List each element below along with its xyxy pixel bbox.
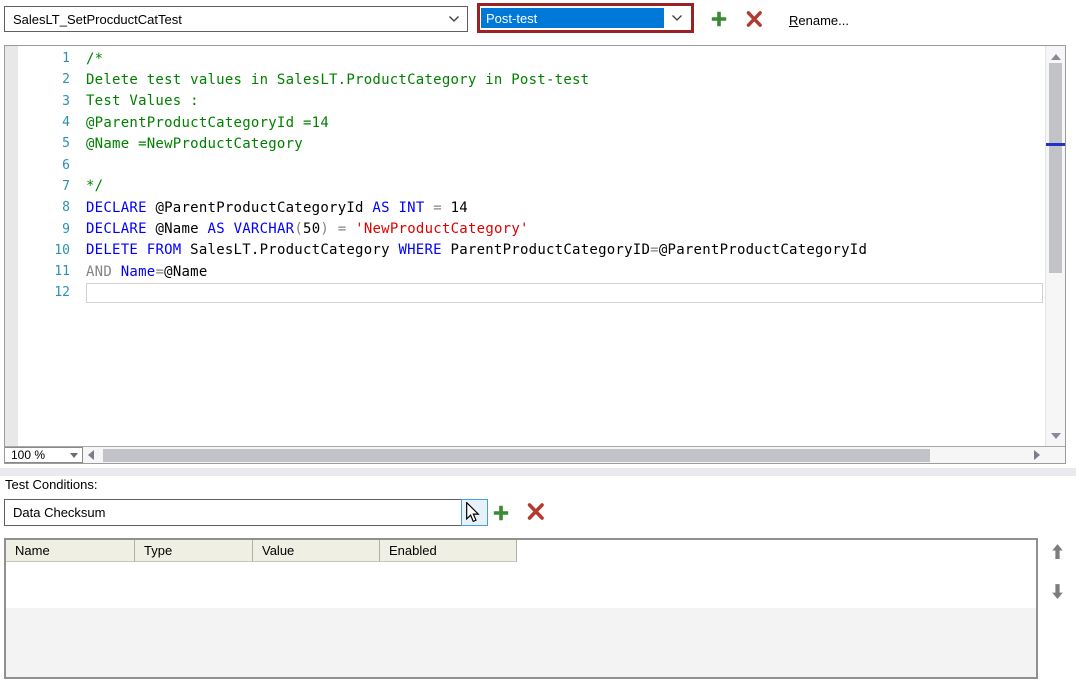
code-text[interactable]: AND Name = @Name — [86, 262, 1043, 282]
test-phase-combo[interactable]: Post-test — [477, 3, 694, 33]
grid-column-header[interactable]: Type — [135, 540, 253, 562]
editor-indicator-margin — [5, 46, 18, 446]
line-number: 2 — [62, 72, 70, 88]
test-phase-value: Post-test — [481, 8, 664, 28]
mouse-cursor-icon — [465, 501, 480, 528]
arrow-up-icon — [1051, 543, 1064, 563]
scrollbar-corner — [1045, 447, 1065, 463]
test-conditions-label: Test Conditions: — [5, 477, 98, 492]
conditions-grid[interactable]: Name Type Value Enabled — [4, 538, 1038, 679]
triangle-left-icon — [88, 448, 94, 463]
condition-type-combo[interactable]: Data Checksum — [4, 499, 488, 526]
combo-dropdown-button[interactable] — [461, 499, 488, 526]
editor-content[interactable]: 1 /* 2 Delete test values in SalesLT.Produc… — [5, 46, 1065, 446]
code-lines[interactable]: 1 /* 2 Delete test values in SalesLT.Produc… — [18, 46, 1065, 446]
grid-column-header[interactable]: Name — [6, 540, 135, 562]
line-number: 7 — [62, 178, 70, 194]
line-number: 9 — [62, 221, 70, 237]
line-number: 6 — [62, 157, 70, 173]
scroll-left-button[interactable] — [83, 447, 99, 463]
code-text[interactable]: DELETE FROM SalesLT.ProductCategory WHER… — [86, 240, 1043, 260]
rename-button[interactable]: Rename... — [789, 13, 849, 28]
add-condition-button[interactable] — [491, 504, 511, 524]
vertical-scrollbar[interactable] — [1045, 46, 1065, 446]
plus-icon — [710, 10, 728, 31]
triangle-right-icon — [1034, 448, 1040, 463]
red-x-icon — [526, 502, 545, 524]
caret-position-marker — [1046, 143, 1065, 146]
plus-icon — [492, 504, 510, 525]
line-number: 4 — [62, 115, 70, 131]
code-text[interactable]: /* — [86, 49, 1043, 69]
chevron-down-icon — [70, 452, 78, 458]
code-text[interactable]: DECLARE @Name AS VARCHAR(50) = 'NewProdu… — [86, 219, 1043, 239]
grid-rows-area[interactable] — [6, 562, 1036, 608]
code-line[interactable]: 5 @Name =NewProductCategory — [18, 133, 1065, 154]
code-line[interactable]: 4 @ParentProductCategoryId =14 — [18, 112, 1065, 133]
scroll-up-button[interactable] — [1046, 47, 1065, 63]
test-name-combo[interactable]: SalesLT_SetProcductCatTest — [4, 6, 468, 32]
code-text[interactable]: @ParentProductCategoryId =14 — [86, 113, 1043, 133]
line-number: 10 — [54, 242, 70, 258]
grid-background — [6, 608, 1036, 677]
arrow-down-icon — [1051, 583, 1064, 603]
zoom-level-combo[interactable]: 100 % — [5, 447, 83, 463]
move-up-button[interactable] — [1047, 543, 1067, 563]
line-number: 8 — [62, 200, 70, 216]
condition-type-value: Data Checksum — [13, 505, 106, 520]
line-number: 12 — [54, 285, 70, 301]
scroll-right-button[interactable] — [1029, 447, 1045, 463]
code-text[interactable]: Delete test values in SalesLT.ProductCat… — [86, 70, 1043, 90]
horizontal-scrollbar[interactable] — [99, 447, 1029, 463]
editor-status-bar: 100 % — [5, 446, 1065, 463]
line-number: 11 — [54, 264, 70, 280]
code-text[interactable] — [86, 155, 1043, 175]
sql-editor[interactable]: 1 /* 2 Delete test values in SalesLT.Produc… — [4, 45, 1066, 464]
panel-splitter[interactable] — [0, 468, 1076, 476]
delete-condition-button[interactable] — [525, 503, 545, 523]
code-line[interactable]: 11 AND Name = @Name — [18, 261, 1065, 282]
grid-header-row: Name Type Value Enabled — [6, 540, 1036, 562]
chevron-down-icon — [664, 14, 690, 22]
triangle-down-icon — [1050, 427, 1061, 442]
vertical-scroll-thumb[interactable] — [1049, 63, 1062, 273]
code-line[interactable]: 8 DECLARE @ParentProductCategoryId AS INT… — [18, 197, 1065, 218]
code-line[interactable]: 12 — [18, 282, 1065, 303]
code-line[interactable]: 6 — [18, 154, 1065, 175]
code-text[interactable] — [86, 282, 1043, 303]
code-line[interactable]: 3 Test Values : — [18, 91, 1065, 112]
code-line[interactable]: 10 DELETE FROM SalesLT.ProductCategory WH… — [18, 240, 1065, 261]
test-name-value: SalesLT_SetProcductCatTest — [13, 11, 182, 27]
red-x-icon — [745, 10, 763, 31]
delete-test-button[interactable] — [744, 10, 764, 30]
move-down-button[interactable] — [1047, 583, 1067, 603]
triangle-up-icon — [1050, 48, 1061, 63]
grid-column-header[interactable]: Value — [253, 540, 380, 562]
code-line[interactable]: 1 /* — [18, 48, 1065, 69]
horizontal-scroll-thumb[interactable] — [103, 449, 930, 462]
scroll-down-button[interactable] — [1046, 426, 1065, 442]
line-number: 1 — [62, 51, 70, 67]
code-text[interactable]: */ — [86, 176, 1043, 196]
code-text[interactable]: Test Values : — [86, 91, 1043, 111]
code-text[interactable]: @Name =NewProductCategory — [86, 134, 1043, 154]
code-line[interactable]: 7 */ — [18, 176, 1065, 197]
zoom-level-value: 100 % — [11, 448, 46, 462]
code-line[interactable]: 2 Delete test values in SalesLT.ProductCa… — [18, 69, 1065, 90]
chevron-down-icon — [441, 15, 467, 23]
code-text[interactable]: DECLARE @ParentProductCategoryId AS INT … — [86, 198, 1043, 218]
code-line[interactable]: 9 DECLARE @Name AS VARCHAR(50) = 'NewProd… — [18, 218, 1065, 239]
line-number: 3 — [62, 93, 70, 109]
add-test-button[interactable] — [709, 10, 729, 30]
line-number: 5 — [62, 136, 70, 152]
grid-column-header[interactable]: Enabled — [380, 540, 517, 562]
